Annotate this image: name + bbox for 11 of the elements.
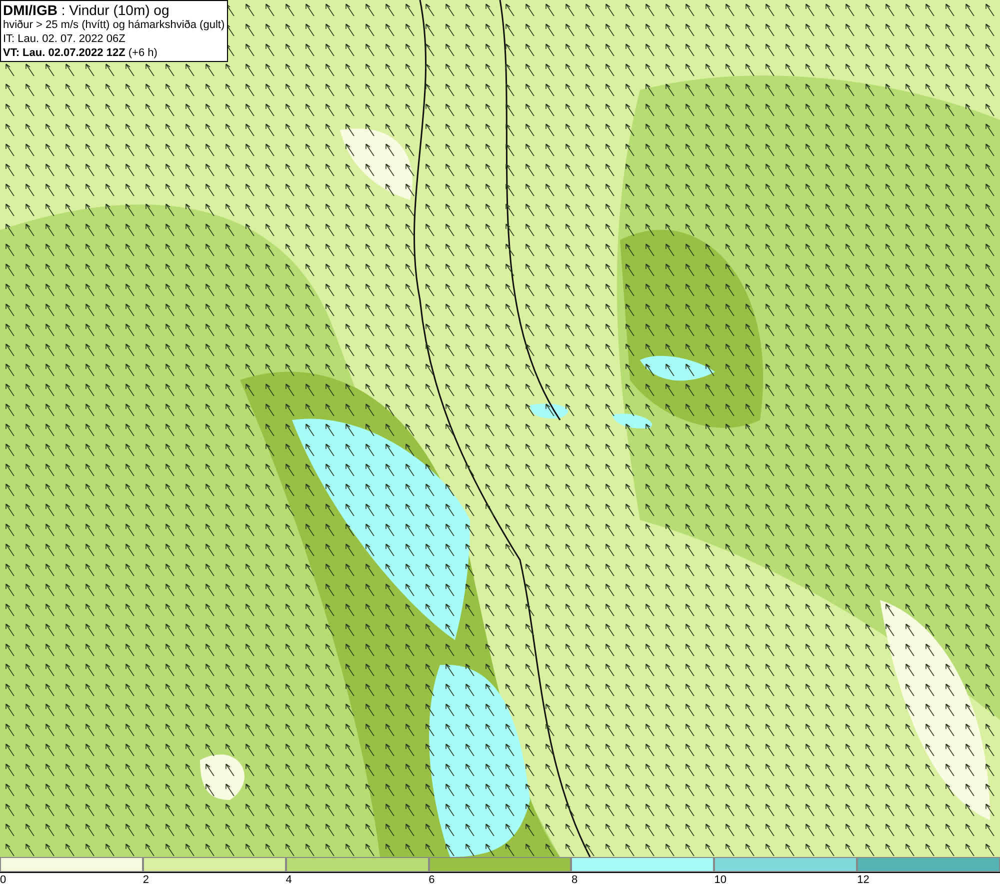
legend-label: 0 [0,874,6,886]
title-line: IT: Lau. 02. 07. 2022 06Z [3,32,126,46]
legend-label: 2 [142,874,149,886]
title-line: DMI/IGB : Vindur (10m) og [3,2,170,18]
legend-label: 10 [714,874,727,886]
title-line: hviður > 25 m/s (hvítt) og hámarkshviða (gult) [3,18,225,32]
legend-label: 6 [428,874,435,886]
legend-label: 12 [857,874,870,886]
title-line: VT: Lau. 02.07.2022 12Z (+6 h) [3,46,158,60]
legend-label: 8 [571,874,578,886]
legend-label: 4 [286,874,292,886]
